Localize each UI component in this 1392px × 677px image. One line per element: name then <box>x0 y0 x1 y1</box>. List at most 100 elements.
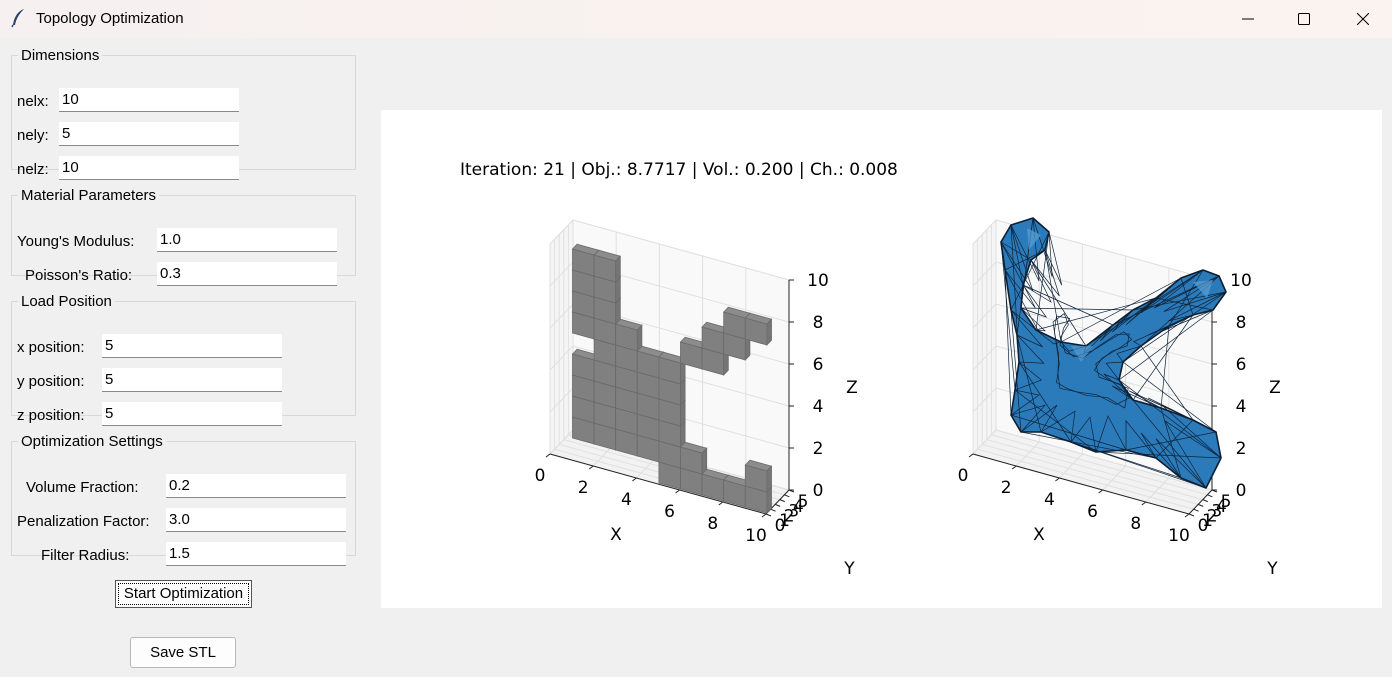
y-tick <box>765 513 772 517</box>
z-tick-label: 8 <box>1236 313 1247 333</box>
y-tick-label: 5 <box>798 492 809 512</box>
voxel-face <box>766 318 772 346</box>
nelx-row: nelx: <box>12 88 355 114</box>
optimization-legend: Optimization Settings <box>21 433 163 450</box>
y-tick <box>1198 503 1204 507</box>
plot-canvas[interactable]: Iteration: 21 | Obj.: 8.7717 | Vol.: 0.2… <box>381 110 1382 608</box>
nely-label: nely: <box>17 127 49 144</box>
left-pane <box>972 218 997 456</box>
volume-fraction-input[interactable] <box>166 474 346 498</box>
start-optimization-label: Start Optimization <box>123 585 244 602</box>
maximize-button[interactable] <box>1281 0 1327 38</box>
y-position-row: y position: <box>12 368 355 394</box>
volume-fraction-label: Volume Fraction: <box>26 479 139 496</box>
x-tick-label: 4 <box>621 490 632 510</box>
z-tick-label: 4 <box>813 397 824 417</box>
poissons-ratio-label: Poisson's Ratio: <box>25 267 133 284</box>
save-stl-button[interactable]: Save STL <box>130 637 236 668</box>
x-tick-label: 10 <box>745 526 767 546</box>
x-tick-label: 6 <box>1087 502 1098 522</box>
y-tick <box>779 499 785 503</box>
x-tick <box>1055 477 1060 482</box>
status-text: Iteration: 21 | Obj.: 8.7717 | Vol.: 0.2… <box>460 160 898 180</box>
x-tick <box>1184 513 1190 518</box>
optimization-group: Optimization Settings Volume Fraction: P… <box>11 433 356 566</box>
y-tick <box>1207 494 1213 498</box>
z-position-row: z position: <box>12 402 355 428</box>
z-tick-label: 4 <box>1236 397 1247 417</box>
penalization-factor-input[interactable] <box>166 508 346 532</box>
x-tick <box>761 513 767 518</box>
x-tick-label: 6 <box>664 502 675 522</box>
left-pane <box>549 218 574 456</box>
x-tick <box>632 477 637 482</box>
y-position-input[interactable] <box>102 368 282 392</box>
z-tick-label: 2 <box>813 439 824 459</box>
nelz-input[interactable] <box>59 156 239 180</box>
close-button[interactable] <box>1340 0 1386 38</box>
youngs-modulus-row: Young's Modulus: <box>12 228 355 254</box>
poissons-ratio-input[interactable] <box>157 262 337 286</box>
dimensions-legend: Dimensions <box>21 47 100 64</box>
nelz-row: nelz: <box>12 156 355 182</box>
z-axis-label: Z <box>1269 378 1281 398</box>
x-axis-label: X <box>1033 525 1045 545</box>
x-tick <box>1141 501 1147 506</box>
z-position-input[interactable] <box>102 402 282 426</box>
nelx-input[interactable] <box>59 88 239 112</box>
x-position-row: x position: <box>12 334 355 360</box>
x-tick <box>588 465 594 470</box>
nely-input[interactable] <box>59 122 239 146</box>
youngs-modulus-input[interactable] <box>157 228 337 252</box>
x-tick-label: 4 <box>1044 490 1055 510</box>
load-position-legend: Load Position <box>21 293 112 310</box>
x-tick <box>968 453 974 458</box>
title-bar: Topology Optimization <box>0 0 1392 38</box>
window-title: Topology Optimization <box>36 10 184 27</box>
x-tick-label: 8 <box>1130 514 1141 534</box>
penalization-factor-row: Penalization Factor: <box>12 508 355 534</box>
z-tick-label: 10 <box>1230 271 1252 291</box>
start-optimization-button[interactable]: Start Optimization <box>115 580 252 608</box>
x-position-label: x position: <box>17 339 85 356</box>
nelz-label: nelz: <box>17 161 49 178</box>
mesh-plot: 0246810 0123450246810XYZ <box>958 217 1281 579</box>
minimize-button[interactable] <box>1225 0 1271 38</box>
y-tick <box>1202 499 1208 503</box>
filter-radius-row: Filter Radius: <box>12 542 355 568</box>
x-axis-label: X <box>610 525 622 545</box>
x-tick <box>1098 489 1103 494</box>
voxel-face <box>766 465 772 493</box>
x-tick <box>718 501 724 506</box>
filter-radius-input[interactable] <box>166 542 346 566</box>
z-tick-label: 8 <box>813 313 824 333</box>
volume-fraction-row: Volume Fraction: <box>12 474 355 500</box>
close-icon <box>1357 13 1369 25</box>
youngs-modulus-label: Young's Modulus: <box>17 233 135 250</box>
filter-radius-label: Filter Radius: <box>41 547 130 564</box>
dimensions-group: Dimensions nelx: nely: nelz: <box>11 47 356 180</box>
x-tick <box>1011 465 1017 470</box>
penalization-factor-label: Penalization Factor: <box>17 513 150 530</box>
y-tick-label: 5 <box>1221 492 1232 512</box>
x-tick-label: 0 <box>958 466 969 486</box>
voxel-plot: 0246810 0123450246810XYZ <box>535 218 858 579</box>
x-tick-label: 2 <box>578 478 589 498</box>
z-tick-label: 0 <box>1236 481 1247 501</box>
y-tick <box>775 503 781 507</box>
poissons-ratio-row: Poisson's Ratio: <box>12 262 355 288</box>
z-tick-label: 2 <box>1236 439 1247 459</box>
y-position-label: y position: <box>17 373 85 390</box>
z-tick-label: 0 <box>813 481 824 501</box>
feather-icon <box>11 9 24 28</box>
x-position-input[interactable] <box>102 334 282 358</box>
material-group: Material Parameters Young's Modulus: Poi… <box>11 187 356 286</box>
minimize-icon <box>1242 18 1254 20</box>
z-tick-label: 6 <box>1236 355 1247 375</box>
material-legend: Material Parameters <box>21 187 157 204</box>
y-tick <box>1193 508 1199 512</box>
y-tick <box>1188 513 1195 517</box>
nelx-label: nelx: <box>17 93 49 110</box>
y-tick <box>784 494 790 498</box>
x-tick-label: 2 <box>1001 478 1012 498</box>
